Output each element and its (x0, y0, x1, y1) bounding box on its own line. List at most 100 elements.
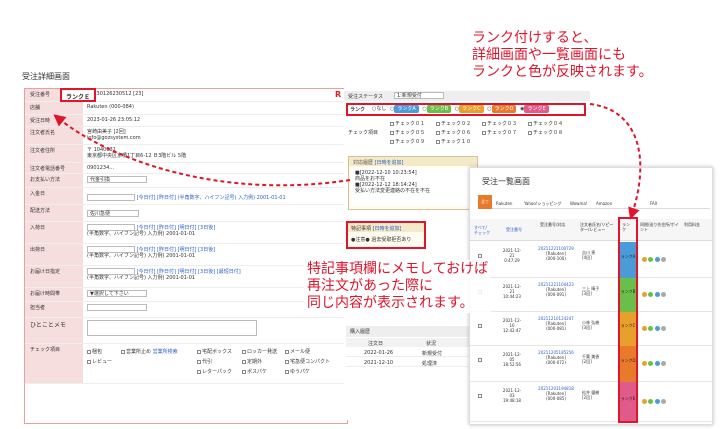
history-memo-text[interactable]: ■[2022-12-10 10:23:54] 商品をお不在 ■[2022-12-… (351, 168, 475, 206)
tab-wowma[interactable]: Wowma! (570, 201, 587, 206)
tab-fax[interactable]: FAX (650, 201, 657, 206)
repeat-count: [3回] (582, 291, 592, 296)
check-item[interactable]: チェック０９ (390, 138, 436, 147)
tab-yahoo[interactable]: Yahoo!ショッピング (524, 201, 561, 207)
row-checkbox[interactable] (478, 324, 482, 328)
detail-row-ship-date: 出荷日 [今日付] [昨日付] [明日付] [3日後] (半角数字、ハイフン記号… (25, 244, 347, 266)
table-row[interactable]: 2021-12-21 0:47:29 20211221100729 [Rakut… (470, 242, 712, 278)
column-header: 注文者氏名/リピーター/レビュー (580, 222, 614, 232)
rank-radio-c[interactable]: ○ ランクC (455, 105, 486, 113)
check-label: チェック０１ (395, 121, 426, 127)
check-group: チェック項目 チェック０１ チェック０２ チェック０３ チェック０４ チェック０５ チェ… (344, 119, 590, 147)
payment-select[interactable]: 代金引換 (87, 176, 147, 183)
rank-pill-c: ランクC (459, 105, 484, 113)
check-item[interactable]: チェック０４ (528, 120, 574, 129)
rank-radio-b[interactable]: ○ ランクB (422, 105, 453, 113)
check-item[interactable]: チェック１０ (436, 138, 482, 147)
rank-none-label: なし (376, 106, 387, 112)
check-item[interactable]: チェック０２ (436, 120, 482, 129)
check-item[interactable]: チェック０５ (390, 129, 436, 138)
checkbox[interactable] (197, 349, 201, 354)
payment-value[interactable]: 代金引換 (87, 176, 345, 183)
order-status-select[interactable]: 1:新規受付 (394, 92, 444, 99)
column-header[interactable]: 受注番号 (506, 227, 522, 232)
add-datetime-link[interactable]: [日時を追加] (373, 226, 402, 232)
check-label: ゆうパケ (290, 369, 311, 375)
arrival-input[interactable] (87, 224, 135, 231)
table-row[interactable]: 2021-12-05 18:52:56 20211205185256 [Raku… (470, 346, 712, 382)
table-row[interactable]: 2022-01-26 新規受付 (346, 348, 474, 357)
tab-amazon[interactable]: Amazon (596, 201, 612, 206)
checkbox[interactable] (436, 130, 440, 135)
checkbox[interactable] (242, 349, 246, 354)
rank-radio-d[interactable]: ○ ランクD (487, 105, 518, 113)
memo-input[interactable] (87, 320, 257, 336)
checkbox[interactable] (197, 369, 201, 374)
add-datetime-link[interactable]: [日時を追加] (375, 160, 404, 166)
repeat-count: [4回] (582, 255, 592, 260)
tab-all[interactable]: 全て (478, 195, 492, 209)
check-item[interactable]: チェック０７ (482, 129, 528, 138)
row-checkbox[interactable] (478, 254, 482, 258)
memo-value[interactable] (87, 320, 345, 336)
checkbox[interactable] (121, 349, 125, 354)
check-label: チェック０６ (441, 130, 472, 136)
special-notes-text[interactable]: ●注意● 過去受取拒否あり (348, 232, 424, 247)
paid-date-shortcuts[interactable]: [今日付] [昨日付] (半角数字、ハイフン記号) 入力例) 2001-01-0… (137, 195, 286, 201)
table-row[interactable]: 2021-12-10 12:42:47 20211210124247 [Raku… (470, 312, 712, 346)
table-row[interactable]: 2021-12-03 19:48:18 20211203194818 [Raku… (470, 382, 712, 422)
rank-badge: ランクＥ (66, 94, 91, 101)
repeat-count: [3回] (582, 325, 592, 330)
shipping-select[interactable]: 佐川急便 (87, 210, 139, 217)
check-label: ポスパケ (247, 369, 268, 375)
ship-date-input[interactable] (87, 246, 135, 253)
checkbox[interactable] (242, 369, 246, 374)
table-row[interactable]: 2021-12-10 処理済 (346, 358, 474, 367)
checkbox[interactable] (482, 130, 486, 135)
checkbox[interactable] (242, 359, 246, 364)
rank-radio-e[interactable]: ◉ ランクE (520, 105, 551, 113)
tab-rakuten[interactable]: Rakuten (496, 201, 512, 206)
office-search-link[interactable]: 営業所検索 (153, 349, 178, 355)
checkbox[interactable] (528, 130, 532, 135)
address-icon (654, 326, 660, 331)
order-cell: 20211221100729 [Rakuten] (000-100) (536, 246, 576, 261)
checkbox[interactable] (87, 349, 91, 354)
rank-radio-none[interactable]: ○なし (372, 106, 386, 112)
ship-date-value: [今日付] [昨日付] [明日付] [3日後] (半角数字、ハイフン記号) 入力… (87, 246, 345, 259)
page-title: 受注詳細画面 (22, 72, 70, 81)
row-checkbox[interactable] (478, 358, 482, 362)
check-item[interactable]: チェック０６ (436, 129, 482, 138)
shop-code: (000-081) (546, 326, 566, 331)
checkbox[interactable] (436, 121, 440, 126)
purchase-history: 購入履歴 注文日 状況 2022-01-26 新規受付 2021-12-10 処… (346, 326, 474, 386)
checkbox[interactable] (285, 369, 289, 374)
customer-name-value: 宮崎由美子 [2回] info@gozsystem.com (87, 129, 345, 141)
checkbox[interactable] (436, 139, 440, 144)
checkbox[interactable] (285, 349, 289, 354)
checkbox[interactable] (390, 139, 394, 144)
checkbox[interactable] (197, 359, 201, 364)
checkbox[interactable] (482, 121, 486, 126)
checkbox[interactable] (528, 121, 532, 126)
shipping-value[interactable]: 佐川急便 (87, 210, 345, 217)
rank-radio-a[interactable]: ○ ランクA (390, 105, 421, 113)
checkbox[interactable] (390, 121, 394, 126)
delivery-time-select[interactable]: ▼選択して下さい (87, 290, 147, 297)
annotation-line: ランクと色が反映されます。 (472, 64, 653, 80)
row-checkbox[interactable] (478, 394, 482, 398)
table-row[interactable]: 2021-12-21 10:44:23 20211221104423 [Raku… (470, 278, 712, 312)
checkbox[interactable] (390, 130, 394, 135)
check-label: チェック０８ (533, 130, 564, 136)
checkbox[interactable] (285, 359, 289, 364)
staff-input[interactable] (87, 304, 147, 311)
check-item[interactable]: チェック０１ (390, 120, 436, 129)
rank-options: ○なし ○ ランクA ○ ランクB ○ ランクC ○ ランクD ◉ ランクE (372, 105, 551, 113)
check-item[interactable]: チェック０８ (528, 129, 574, 138)
delivery-date-input[interactable] (87, 268, 135, 275)
checkbox[interactable] (87, 359, 91, 364)
check-item[interactable]: チェック０３ (482, 120, 528, 129)
paid-date-input[interactable] (87, 194, 135, 201)
select-all-link[interactable]: すべて/チェック (474, 225, 490, 235)
shop-code: (000-091) (546, 292, 566, 297)
